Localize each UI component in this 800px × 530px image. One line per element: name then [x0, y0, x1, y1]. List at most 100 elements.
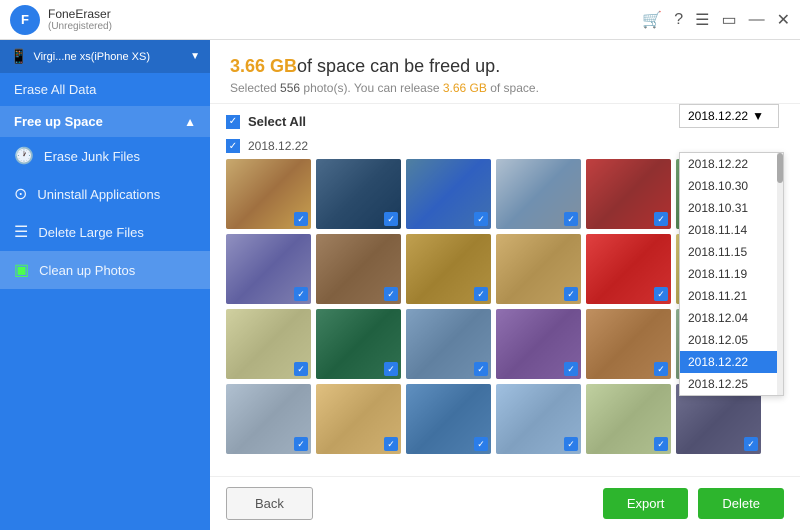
dropdown-item[interactable]: 2018.12.04 — [680, 307, 783, 329]
photo-check-icon — [564, 212, 578, 226]
photo-thumb[interactable] — [586, 234, 671, 304]
photo-check-icon — [474, 437, 488, 451]
photos-icon: ▣ — [14, 260, 29, 280]
space-amount: 3.66 GB — [230, 56, 297, 76]
dropdown-item[interactable]: 2018.12.05 — [680, 329, 783, 351]
photo-area: Select All 2018.12.22 2018.12.22 ▼ 2018.… — [210, 104, 800, 476]
dropdown-container: 2018.12.22 ▼ 2018.12.222018.10.302018.10… — [679, 104, 784, 372]
erase-all-label: Erase All Data — [14, 82, 96, 97]
photo-thumb[interactable] — [316, 159, 401, 229]
photo-check-icon — [564, 437, 578, 451]
photo-thumb[interactable] — [586, 159, 671, 229]
action-buttons: Export Delete — [603, 488, 784, 519]
dropdown-item[interactable]: 2018.12.22 — [680, 153, 783, 175]
space-text: of space can be freed up. — [297, 56, 500, 76]
menu-icon[interactable]: ☰ — [695, 10, 709, 30]
subtitle-mid: photo(s). You can release — [300, 81, 443, 95]
photo-check-icon — [294, 212, 308, 226]
dropdown-scrollbar[interactable] — [777, 153, 783, 395]
sidebar-section-free-up[interactable]: Free up Space ▲ — [0, 106, 210, 137]
dropdown-item[interactable]: 2018.11.14 — [680, 219, 783, 241]
photo-check-icon — [294, 437, 308, 451]
sidebar: 📱 Virgi...ne xs(iPhone XS) ▼ Erase All D… — [0, 40, 210, 530]
photo-thumb[interactable] — [586, 309, 671, 379]
date-group-checkbox[interactable] — [226, 139, 240, 153]
scrollbar-thumb — [777, 153, 783, 183]
sidebar-item-clean-photos[interactable]: ▣ Clean up Photos — [0, 251, 210, 289]
photo-check-icon — [294, 287, 308, 301]
select-all-checkbox[interactable] — [226, 115, 240, 129]
sidebar-item-erase-junk[interactable]: 🕐 Erase Junk Files — [0, 137, 210, 175]
question-icon[interactable]: ? — [674, 11, 683, 29]
photo-check-icon — [654, 437, 668, 451]
photo-check-icon — [474, 212, 488, 226]
sidebar-item-delete-large[interactable]: ☰ Delete Large Files — [0, 213, 210, 251]
photo-check-icon — [384, 212, 398, 226]
dropdown-item[interactable]: 2018.11.15 — [680, 241, 783, 263]
phone-icon: 📱 — [10, 48, 27, 65]
sidebar-item-uninstall-apps[interactable]: ⊙ Uninstall Applications — [0, 175, 210, 213]
photo-thumb[interactable] — [496, 234, 581, 304]
sidebar-item-erase-junk-label: Erase Junk Files — [44, 149, 140, 164]
clock-icon: 🕐 — [14, 146, 34, 166]
photo-thumb[interactable] — [586, 384, 671, 454]
photo-count: 556 — [280, 81, 300, 95]
back-button[interactable]: Back — [226, 487, 313, 520]
space-subtitle: Selected 556 photo(s). You can release 3… — [230, 81, 780, 95]
dropdown-item[interactable]: 2018.10.31 — [680, 197, 783, 219]
sidebar-item-delete-label: Delete Large Files — [38, 225, 144, 240]
photo-check-icon — [564, 287, 578, 301]
photo-thumb[interactable] — [496, 384, 581, 454]
subtitle-prefix: Selected — [230, 81, 280, 95]
apps-icon: ⊙ — [14, 184, 27, 204]
date-label: 2018.12.22 — [248, 139, 308, 153]
cart-icon[interactable]: 🛒 — [642, 10, 662, 30]
dropdown-list: 2018.12.222018.10.302018.10.312018.11.14… — [679, 152, 784, 396]
sidebar-item-uninstall-label: Uninstall Applications — [37, 187, 160, 202]
photo-thumb[interactable] — [406, 384, 491, 454]
dropdown-item[interactable]: 2018.10.30 — [680, 175, 783, 197]
photo-check-icon — [294, 362, 308, 376]
photo-check-icon — [654, 287, 668, 301]
select-all-label: Select All — [248, 114, 306, 129]
delete-button[interactable]: Delete — [698, 488, 784, 519]
close-icon[interactable]: ✕ — [777, 10, 790, 30]
app-logo: F — [10, 5, 40, 35]
photo-thumb[interactable] — [496, 159, 581, 229]
dropdown-item[interactable]: 2018.11.21 — [680, 285, 783, 307]
photo-check-icon — [384, 287, 398, 301]
titlebar: F FoneEraser (Unregistered) 🛒 ? ☰ ▭ — ✕ — [0, 0, 800, 40]
photo-thumb[interactable] — [316, 384, 401, 454]
titlebar-controls: 🛒 ? ☰ ▭ — ✕ — [642, 10, 790, 30]
photo-thumb[interactable] — [226, 384, 311, 454]
photo-thumb[interactable] — [226, 234, 311, 304]
export-button[interactable]: Export — [603, 488, 689, 519]
photo-check-icon — [384, 362, 398, 376]
dropdown-trigger[interactable]: 2018.12.22 ▼ — [679, 104, 779, 128]
photo-check-icon — [474, 287, 488, 301]
photo-thumb[interactable] — [406, 309, 491, 379]
photo-thumb[interactable] — [316, 234, 401, 304]
main-layout: 📱 Virgi...ne xs(iPhone XS) ▼ Erase All D… — [0, 40, 800, 530]
photo-check-icon — [564, 362, 578, 376]
photo-thumb[interactable] — [406, 234, 491, 304]
minimize-icon[interactable]: — — [749, 11, 765, 29]
content-area: 3.66 GBof space can be freed up. Selecte… — [210, 40, 800, 530]
photo-check-icon — [474, 362, 488, 376]
photo-thumb[interactable] — [226, 159, 311, 229]
dropdown-value: 2018.12.22 — [688, 109, 748, 123]
screen-icon[interactable]: ▭ — [721, 10, 736, 30]
device-selector[interactable]: 📱 Virgi...ne xs(iPhone XS) ▼ — [0, 40, 210, 73]
dropdown-item[interactable]: 2018.11.19 — [680, 263, 783, 285]
photo-thumb[interactable] — [316, 309, 401, 379]
dropdown-item[interactable]: 2018.12.22 — [680, 351, 783, 373]
titlebar-left: F FoneEraser (Unregistered) — [10, 5, 112, 35]
sidebar-item-erase-all[interactable]: Erase All Data — [0, 73, 210, 106]
dropdown-item[interactable]: 2018.12.25 — [680, 373, 783, 395]
file-icon: ☰ — [14, 222, 28, 242]
release-size: 3.66 GB — [443, 81, 487, 95]
photo-thumb[interactable] — [226, 309, 311, 379]
photo-thumb[interactable] — [496, 309, 581, 379]
content-header: 3.66 GBof space can be freed up. Selecte… — [210, 40, 800, 104]
photo-thumb[interactable] — [406, 159, 491, 229]
